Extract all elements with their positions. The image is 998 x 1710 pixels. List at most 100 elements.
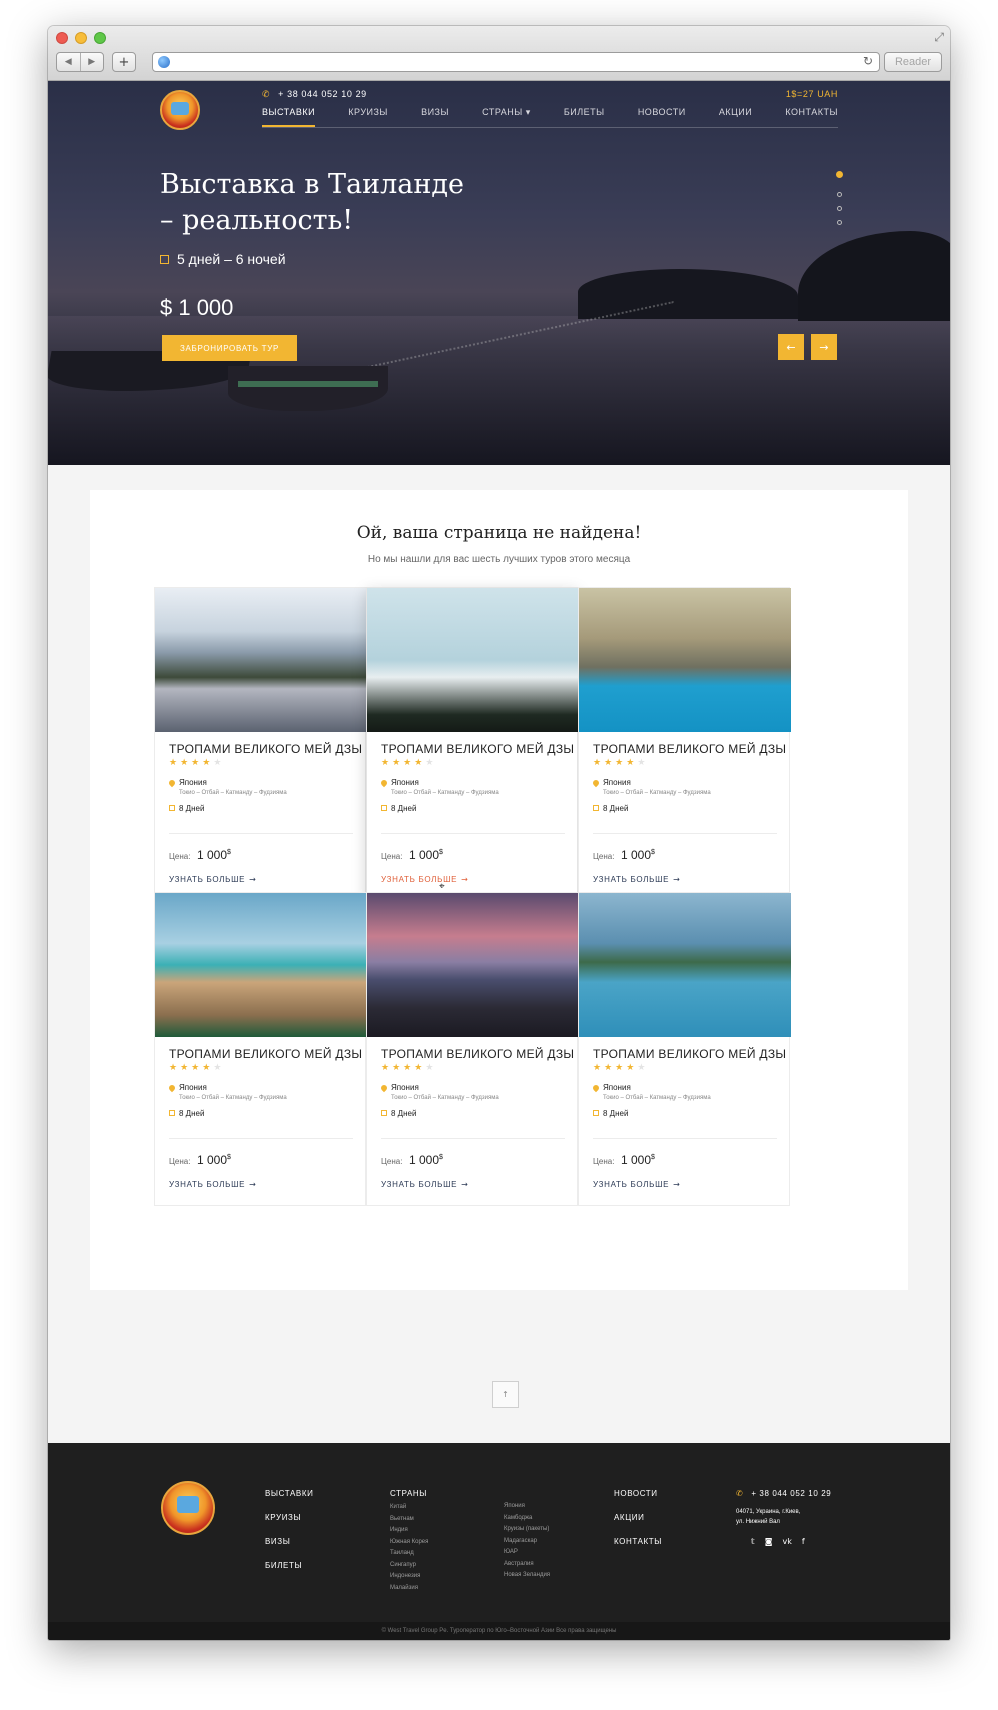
reload-icon[interactable]: ↻ bbox=[863, 54, 873, 68]
header-phone[interactable]: ✆ + 38 044 052 10 29 bbox=[262, 89, 367, 100]
minimize-window-button[interactable] bbox=[75, 32, 87, 44]
footer-country-link[interactable]: Сингапур bbox=[390, 1560, 428, 1572]
footer-country-link[interactable]: ЮАР bbox=[504, 1547, 550, 1559]
tour-rating: ★★★★★ bbox=[593, 1063, 648, 1073]
tour-image[interactable] bbox=[579, 893, 791, 1037]
tour-card[interactable]: ТРОПАМИ ВЕЛИКОГО МЕЙ ДЗЫ ★★★★★ Япония Токио… bbox=[578, 587, 791, 901]
slide-dot[interactable] bbox=[836, 206, 842, 211]
tour-card[interactable]: ТРОПАМИ ВЕЛИКОГО МЕЙ ДЗЫ ★★★★★ Япония Токио… bbox=[366, 587, 579, 901]
calendar-icon bbox=[593, 805, 599, 811]
footer-country-link[interactable]: Круизы (пакеты) bbox=[504, 1524, 550, 1536]
tour-card[interactable]: ТРОПАМИ ВЕЛИКОГО МЕЙ ДЗЫ ★★★★★ Япония Токио… bbox=[154, 892, 367, 1206]
footer-country-link[interactable]: Вьетнам bbox=[390, 1514, 428, 1526]
calendar-icon bbox=[381, 1110, 387, 1116]
address-bar[interactable]: ↻ bbox=[152, 52, 880, 72]
footer-country-link[interactable]: Мадагаскар bbox=[504, 1536, 550, 1548]
nav-item-visas[interactable]: ВИЗЫ bbox=[421, 107, 449, 127]
zoom-window-button[interactable] bbox=[94, 32, 106, 44]
footer-link-news[interactable]: НОВОСТИ bbox=[614, 1489, 662, 1498]
tour-title[interactable]: ТРОПАМИ ВЕЛИКОГО МЕЙ ДЗЫ bbox=[593, 1047, 786, 1061]
learn-more-link[interactable]: УЗНАТЬ БОЛЬШЕ → bbox=[381, 1180, 469, 1189]
nav-item-exhibitions[interactable]: ВЫСТАВКИ bbox=[262, 107, 316, 127]
tour-route: Токио – Отбай – Катманду – Фудзияма bbox=[603, 1095, 711, 1101]
footer-link-cruises[interactable]: КРУИЗЫ bbox=[265, 1513, 313, 1522]
main-nav: ВЫСТАВКИ КРУИЗЫ ВИЗЫ СТРАНЫ ▾ БИЛЕТЫ НОВ… bbox=[262, 107, 838, 128]
learn-more-link[interactable]: УЗНАТЬ БОЛЬШЕ → bbox=[169, 1180, 257, 1189]
tour-image[interactable] bbox=[155, 588, 367, 732]
footer-countries-title[interactable]: СТРАНЫ bbox=[390, 1489, 428, 1498]
learn-more-link[interactable]: УЗНАТЬ БОЛЬШЕ → bbox=[381, 875, 469, 884]
learn-more-link[interactable]: УЗНАТЬ БОЛЬШЕ → bbox=[593, 875, 681, 884]
new-tab-button[interactable]: + bbox=[112, 52, 136, 72]
slide-dot[interactable] bbox=[836, 220, 842, 225]
footer-country-link[interactable]: Индия bbox=[390, 1525, 428, 1537]
close-window-button[interactable] bbox=[56, 32, 68, 44]
nav-item-cruises[interactable]: КРУИЗЫ bbox=[348, 107, 388, 127]
tour-title[interactable]: ТРОПАМИ ВЕЛИКОГО МЕЙ ДЗЫ bbox=[169, 742, 362, 756]
footer-link-tickets[interactable]: БИЛЕТЫ bbox=[265, 1561, 313, 1570]
footer-logo[interactable] bbox=[161, 1481, 215, 1535]
tour-route: Токио – Отбай – Катманду – Фудзияма bbox=[179, 1095, 287, 1101]
footer-country-link[interactable]: Новая Зеландия bbox=[504, 1570, 550, 1582]
hero-duration-text: 5 дней – 6 ночей bbox=[177, 251, 286, 267]
scroll-to-top-button[interactable]: ↑ bbox=[492, 1381, 519, 1408]
tour-days: 8 Дней bbox=[603, 804, 629, 813]
footer-link-visas[interactable]: ВИЗЫ bbox=[265, 1537, 313, 1546]
tour-title[interactable]: ТРОПАМИ ВЕЛИКОГО МЕЙ ДЗЫ bbox=[381, 1047, 574, 1061]
tour-title[interactable]: ТРОПАМИ ВЕЛИКОГО МЕЙ ДЗЫ bbox=[593, 742, 786, 756]
nav-item-countries[interactable]: СТРАНЫ ▾ bbox=[482, 107, 531, 127]
nav-item-tickets[interactable]: БИЛЕТЫ bbox=[564, 107, 605, 127]
site-footer: ВЫСТАВКИ КРУИЗЫ ВИЗЫ БИЛЕТЫ СТРАНЫ Китай… bbox=[48, 1443, 950, 1640]
footer-country-link[interactable]: Япония bbox=[504, 1501, 550, 1513]
tour-image[interactable] bbox=[579, 588, 791, 732]
star-icon: ★ bbox=[381, 758, 393, 768]
book-tour-button[interactable]: ЗАБРОНИРОВАТЬ ТУР bbox=[162, 335, 297, 361]
footer-phone[interactable]: ✆ + 38 044 052 10 29 bbox=[736, 1489, 831, 1498]
learn-more-link[interactable]: УЗНАТЬ БОЛЬШЕ → bbox=[169, 875, 257, 884]
instagram-icon[interactable]: ◙ bbox=[765, 1537, 773, 1546]
footer-link-promotions[interactable]: АКЦИИ bbox=[614, 1513, 662, 1522]
footer-country-link[interactable]: Австралия bbox=[504, 1559, 550, 1571]
learn-more-link[interactable]: УЗНАТЬ БОЛЬШЕ → bbox=[593, 1180, 681, 1189]
footer-country-link[interactable]: Китай bbox=[390, 1502, 428, 1514]
star-icon: ★ bbox=[414, 1063, 426, 1073]
hero-boat-stripe bbox=[238, 381, 378, 387]
tour-title[interactable]: ТРОПАМИ ВЕЛИКОГО МЕЙ ДЗЫ bbox=[381, 742, 574, 756]
tour-card[interactable]: ТРОПАМИ ВЕЛИКОГО МЕЙ ДЗЫ ★★★★★ Япония Токио… bbox=[154, 587, 367, 901]
footer-link-contacts[interactable]: КОНТАКТЫ bbox=[614, 1537, 662, 1546]
calendar-icon bbox=[169, 1110, 175, 1116]
footer-country-link[interactable]: Таиланд bbox=[390, 1548, 428, 1560]
tour-image[interactable] bbox=[367, 588, 579, 732]
site-logo[interactable] bbox=[160, 90, 200, 130]
tour-price: 1 000$ bbox=[409, 1153, 443, 1167]
slide-dot[interactable] bbox=[835, 171, 843, 178]
nav-item-promotions[interactable]: АКЦИИ bbox=[719, 107, 752, 127]
star-icon: ★ bbox=[191, 758, 203, 768]
tour-title[interactable]: ТРОПАМИ ВЕЛИКОГО МЕЙ ДЗЫ bbox=[169, 1047, 362, 1061]
nav-item-news[interactable]: НОВОСТИ bbox=[638, 107, 686, 127]
twitter-icon[interactable]: 𝕥 bbox=[751, 1537, 755, 1546]
tour-card[interactable]: ТРОПАМИ ВЕЛИКОГО МЕЙ ДЗЫ ★★★★★ Япония Токио… bbox=[366, 892, 579, 1206]
divider bbox=[169, 1138, 353, 1139]
footer-country-link[interactable]: Камбоджа bbox=[504, 1513, 550, 1525]
footer-country-link[interactable]: Индонезия bbox=[390, 1571, 428, 1583]
back-icon[interactable]: ◀ bbox=[57, 53, 81, 71]
tour-image[interactable] bbox=[155, 893, 367, 1037]
tour-image[interactable] bbox=[367, 893, 579, 1037]
price-label: Цена: bbox=[169, 1157, 191, 1166]
forward-icon[interactable]: ▶ bbox=[81, 53, 104, 71]
tour-card[interactable]: ТРОПАМИ ВЕЛИКОГО МЕЙ ДЗЫ ★★★★★ Япония Токио… bbox=[578, 892, 791, 1206]
footer-link-exhibitions[interactable]: ВЫСТАВКИ bbox=[265, 1489, 313, 1498]
footer-country-link[interactable]: Южная Корея bbox=[390, 1537, 428, 1549]
footer-country-link[interactable]: Малайзия bbox=[390, 1583, 428, 1595]
fullscreen-icon[interactable]: ⤢ bbox=[934, 30, 944, 45]
star-icon: ★ bbox=[425, 758, 437, 768]
reader-button[interactable]: Reader bbox=[884, 52, 942, 72]
slider-next-button[interactable]: → bbox=[811, 334, 837, 360]
facebook-icon[interactable]: f bbox=[802, 1537, 805, 1546]
slider-prev-button[interactable]: ← bbox=[778, 334, 804, 360]
vk-icon[interactable]: vk bbox=[783, 1537, 792, 1546]
nav-item-contacts[interactable]: КОНТАКТЫ bbox=[785, 107, 838, 127]
arrow-right-icon: → bbox=[249, 875, 257, 884]
slide-dot[interactable] bbox=[836, 192, 842, 197]
